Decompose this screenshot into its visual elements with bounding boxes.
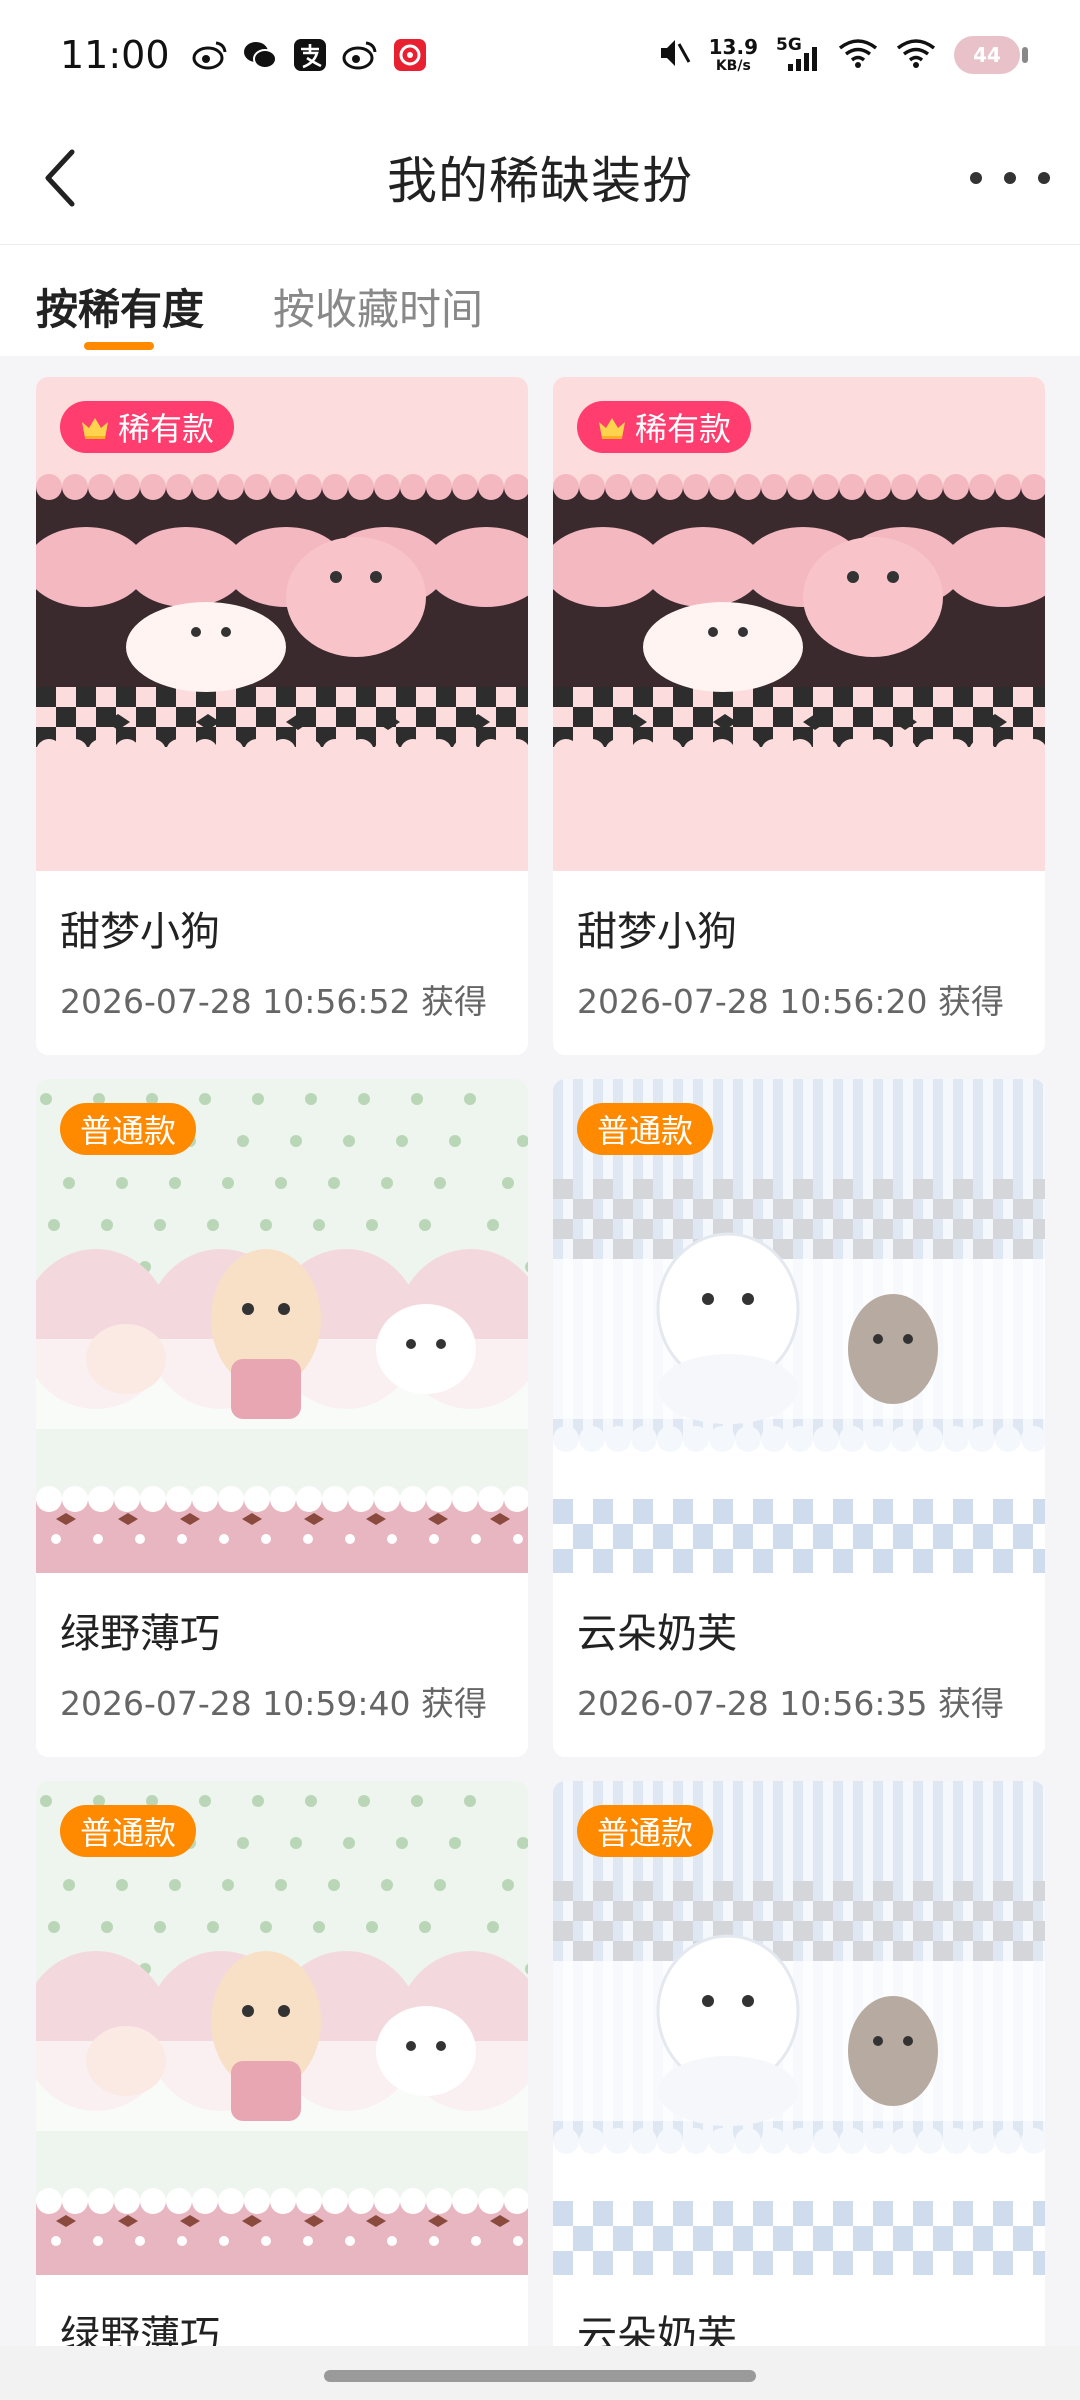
crown-icon — [597, 414, 627, 440]
weibo-icon — [342, 37, 378, 73]
rarity-badge-label: 稀有款 — [635, 410, 732, 448]
tab-indicator — [84, 342, 154, 350]
chevron-left-icon — [45, 149, 75, 207]
wifi-icon — [896, 36, 936, 74]
status-time: 11:00 — [60, 33, 170, 77]
outfit-grid: 稀有款甜梦小狗 2026-07-28 10:56:52 获得 稀有款甜梦小狗 2026… — [0, 356, 1080, 2346]
status-right: 13.9 KB/s 5G 44 — [657, 35, 1028, 74]
outfit-card[interactable]: 稀有款甜梦小狗 2026-07-28 10:56:52 获得 — [36, 377, 528, 1055]
alipay-icon — [292, 37, 328, 73]
net-speed: 13.9 KB/s — [709, 37, 758, 73]
status-bar: 11:00 13.9 KB/s 5G 44 — [0, 0, 1080, 110]
tab-collect-time[interactable]: 按收藏时间 — [273, 276, 483, 337]
rarity-badge-label: 普通款 — [80, 1112, 177, 1150]
obtained-time: 2026-07-28 10:56:35 获得 — [577, 1684, 1004, 1723]
game-icon — [392, 37, 428, 73]
battery-level: 44 — [973, 43, 1001, 67]
outfit-card[interactable]: 普通款云朵奶芙 2026-07-28 10:56:35 获得 — [553, 1079, 1045, 1757]
tab-rarity[interactable]: 按稀有度 — [36, 276, 204, 337]
rarity-badge: 普通款 — [577, 1805, 714, 1857]
rarity-badge-label: 普通款 — [80, 1814, 177, 1852]
more-horizontal-icon — [970, 172, 982, 184]
sort-tabs: 按稀有度 按收藏时间 — [0, 246, 1080, 356]
outfit-name: 云朵奶芙 — [577, 1611, 737, 1657]
rarity-badge-label: 普通款 — [597, 1112, 694, 1150]
crown-icon — [80, 414, 110, 440]
rarity-badge-label: 普通款 — [597, 1814, 694, 1852]
outfit-name: 云朵奶芙 — [577, 2313, 737, 2346]
net-speed-value: 13.9 — [708, 35, 758, 59]
outfit-card[interactable]: 普通款云朵奶芙 — [553, 1781, 1045, 2346]
more-button[interactable] — [970, 160, 1050, 196]
obtained-time: 2026-07-28 10:59:40 获得 — [60, 1684, 487, 1723]
rarity-badge: 稀有款 — [60, 401, 235, 453]
outfit-name: 绿野薄巧 — [60, 2313, 220, 2346]
header: 我的稀缺装扮 — [0, 110, 1080, 245]
vibrate-icon — [657, 36, 691, 74]
obtained-time: 2026-07-28 10:56:52 获得 — [60, 982, 487, 1021]
rarity-badge: 普通款 — [60, 1103, 197, 1155]
page-title: 我的稀缺装扮 — [387, 152, 693, 210]
outfit-card[interactable]: 普通款绿野薄巧 2026-07-28 10:59:40 获得 — [36, 1079, 528, 1757]
outfit-card[interactable]: 普通款绿野薄巧 — [36, 1781, 528, 2346]
rarity-badge: 普通款 — [60, 1805, 197, 1857]
outfit-name: 甜梦小狗 — [577, 909, 737, 955]
wechat-icon — [242, 37, 278, 73]
home-indicator[interactable] — [324, 2370, 756, 2382]
battery-icon: 44 — [954, 36, 1028, 74]
net-speed-unit: KB/s — [715, 58, 751, 74]
more-horizontal-icon — [1038, 172, 1050, 184]
back-button[interactable] — [30, 148, 90, 208]
outfit-name: 甜梦小狗 — [60, 909, 220, 955]
weibo-icon — [192, 37, 228, 73]
outfit-name: 绿野薄巧 — [60, 1611, 220, 1657]
outfit-card[interactable]: 稀有款甜梦小狗 2026-07-28 10:56:20 获得 — [553, 377, 1045, 1055]
rarity-badge: 稀有款 — [577, 401, 752, 453]
rarity-badge-label: 稀有款 — [118, 410, 215, 448]
signal-icon: 5G — [776, 35, 820, 73]
screen: 11:00 13.9 KB/s 5G 44 我的稀缺装扮 按稀有度 按收藏时间 … — [0, 0, 1080, 2400]
obtained-time: 2026-07-28 10:56:20 获得 — [577, 982, 1004, 1021]
status-left: 11:00 — [60, 33, 428, 77]
rarity-badge: 普通款 — [577, 1103, 714, 1155]
more-horizontal-icon — [1004, 172, 1016, 184]
wifi-icon — [838, 36, 878, 74]
